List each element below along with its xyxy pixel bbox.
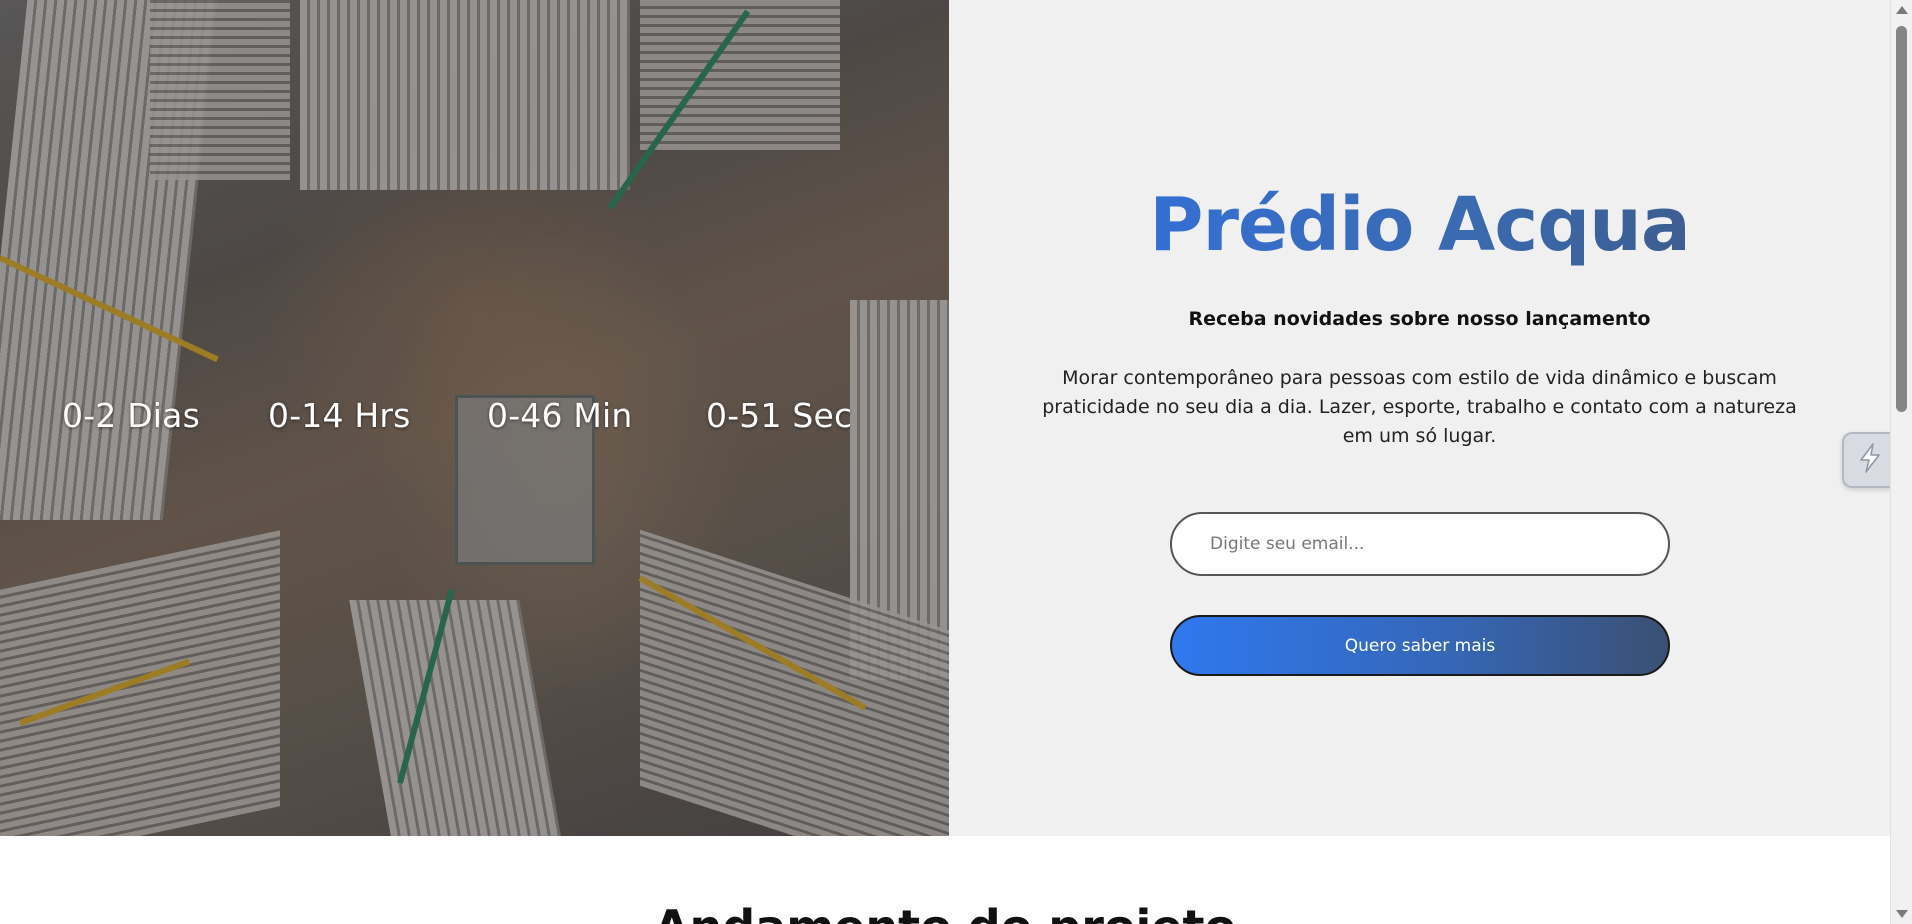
description: Morar contemporâneo para pessoas com est… [1042, 367, 1797, 447]
subtitle: Receba novidades sobre nosso lançamento [1188, 308, 1651, 330]
scroll-down-arrow-icon[interactable] [1896, 910, 1908, 918]
vertical-scrollbar[interactable] [1890, 0, 1912, 924]
construction-site-image: 0-2 Dias 0-14 Hrs 0-46 Min 0-51 Sec [0, 0, 949, 836]
countdown: 0-2 Dias 0-14 Hrs 0-46 Min 0-51 Sec [0, 396, 949, 440]
countdown-minutes: 0-46 Min [487, 396, 633, 435]
page: 0-2 Dias 0-14 Hrs 0-46 Min 0-51 Sec Préd… [0, 0, 1912, 924]
signup-panel: Prédio Acqua Receba novidades sobre noss… [949, 0, 1890, 836]
scroll-thumb[interactable] [1896, 26, 1907, 412]
scroll-up-arrow-icon[interactable] [1896, 6, 1908, 14]
hero-section: 0-2 Dias 0-14 Hrs 0-46 Min 0-51 Sec Préd… [0, 0, 1890, 836]
countdown-hours: 0-14 Hrs [268, 396, 411, 435]
countdown-seconds: 0-51 Sec [706, 396, 853, 435]
lightning-icon [1853, 441, 1887, 479]
section-title: Andamento do projeto [0, 900, 1890, 924]
email-input[interactable] [1170, 512, 1670, 576]
countdown-days: 0-2 Dias [62, 396, 200, 435]
subscribe-button[interactable]: Quero saber mais [1170, 615, 1670, 676]
page-title: Prédio Acqua [949, 182, 1890, 268]
